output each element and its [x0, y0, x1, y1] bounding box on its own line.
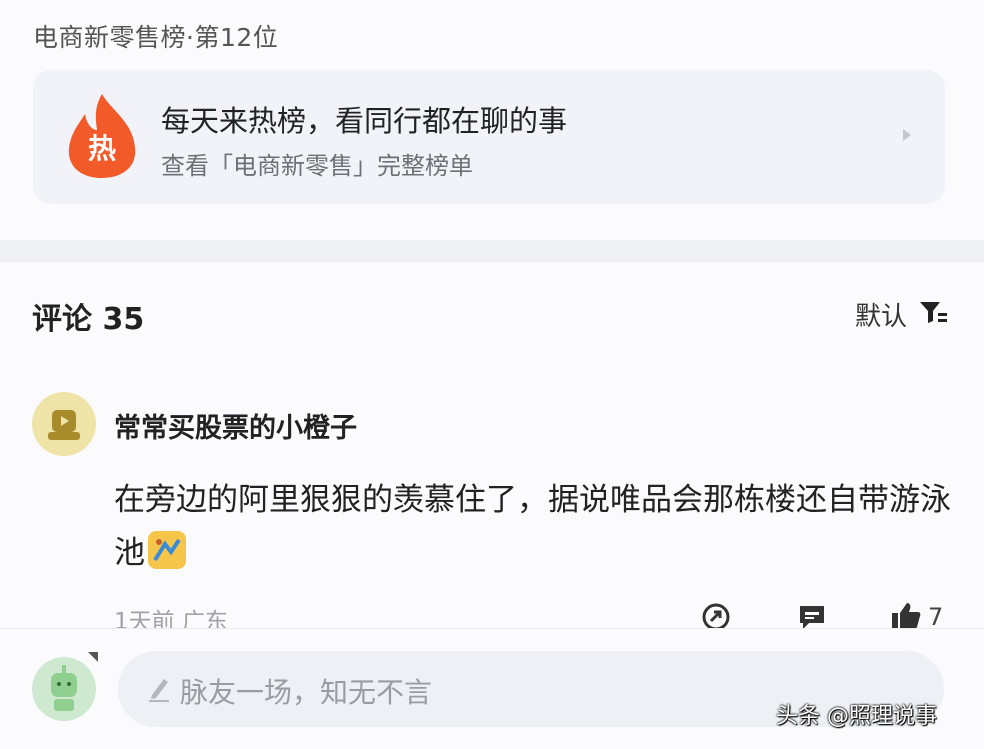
fire-icon: 热: [68, 94, 136, 178]
chevron-right-icon: [903, 129, 911, 141]
my-avatar[interactable]: [32, 657, 96, 721]
comment-input-placeholder: 脉友一场，知无不言: [180, 676, 433, 709]
ranking-label[interactable]: 电商新零售榜·第12位: [33, 18, 278, 54]
hot-card-subtitle: 查看「电商新零售」完整榜单: [161, 152, 473, 180]
thumbs-up-icon[interactable]: [890, 601, 922, 631]
sort-dropdown[interactable]: 默认: [855, 296, 907, 333]
comment-body: 在旁边的阿里狠狠的羡慕住了，据说唯品会那栋楼还自带游泳池: [114, 474, 954, 580]
reply-icon[interactable]: [797, 603, 827, 631]
crying-emoji-icon: [148, 531, 186, 569]
watermark: 头条 @照理说事: [776, 704, 937, 729]
pen-icon: [149, 679, 169, 702]
hot-card-title: 每天来热榜，看同行都在聊的事: [161, 104, 568, 138]
avatar[interactable]: [32, 392, 96, 456]
comment-text: 在旁边的阿里狠狠的羡慕住了，据说唯品会那栋楼还自带游泳池: [114, 482, 951, 571]
comments-count-title: 评论 35: [32, 302, 145, 337]
like-count: 7: [928, 603, 944, 631]
comment-username[interactable]: 常常买股票的小橙子: [114, 406, 357, 445]
avatar-badge: [88, 652, 98, 662]
fire-icon-label: 热: [88, 132, 116, 165]
hot-list-card[interactable]: 热 每天来热榜，看同行都在聊的事 查看「电商新零售」完整榜单: [33, 70, 945, 204]
camera-icon: [48, 410, 80, 440]
filter-icon[interactable]: [918, 299, 948, 325]
section-divider: [0, 240, 984, 262]
robot-avatar-icon: [51, 665, 77, 711]
